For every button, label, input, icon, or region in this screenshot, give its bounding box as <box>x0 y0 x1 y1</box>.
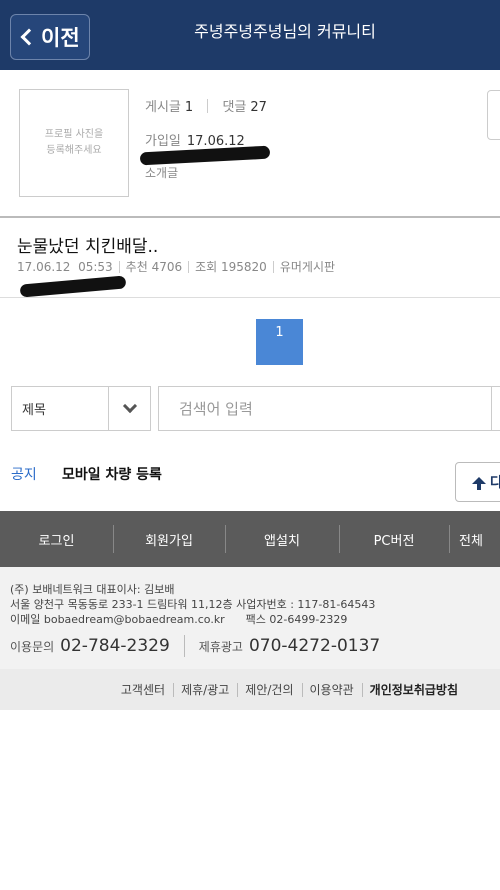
post-time: 05:53 <box>78 259 113 274</box>
footer-link-partnership[interactable]: 제휴/광고 <box>173 681 237 698</box>
divider <box>207 99 209 113</box>
company-line-2: 서울 양천구 목동동로 233-1 드림타워 11,12층 사업자번호 : 11… <box>10 598 376 611</box>
joined-label: 가입일 <box>145 134 181 149</box>
divider <box>272 260 274 273</box>
post-title[interactable]: 눈물났던 치킨배달.. <box>17 232 158 257</box>
post-board: 유머게시판 <box>279 260 336 274</box>
divider <box>188 260 190 273</box>
company-info: (주) 보배네트워크 대표이사: 김보배 서울 양천구 목동동로 233-1 드… <box>0 567 500 669</box>
ad-number[interactable]: 070-4272-0137 <box>249 636 380 656</box>
search-button[interactable] <box>491 386 500 431</box>
back-button-label: 이전 <box>41 26 80 50</box>
search-field-selected: 제목 <box>22 403 46 418</box>
profile-edit-button[interactable] <box>487 90 500 140</box>
footer-nav: 로그인 회원가입 앱설치 PC버전 전체 <box>0 511 500 567</box>
profile-section: 프로필 사진을 등록해주세요 게시글 1 댓글 27 가입일 17.06.12 소개글 <box>0 70 500 218</box>
page-button-current[interactable]: 1 <box>256 319 303 365</box>
notice-tag[interactable]: 공지 <box>11 464 37 484</box>
contact-label: 이용문의 <box>10 639 55 654</box>
intro-label: 소개글 <box>145 166 179 180</box>
footer-nav-signup[interactable]: 회원가입 <box>113 511 225 567</box>
redaction-mark <box>19 275 127 298</box>
arrow-up-icon <box>472 476 486 490</box>
company-line-1: (주) 보배네트워크 대표이사: 김보배 <box>10 583 175 596</box>
footer-nav-all[interactable]: 전체 <box>449 511 500 567</box>
footer-links: 고객센터 제휴/광고 제안/건의 이용약관 개인정보취급방침 <box>0 669 500 710</box>
search-input[interactable] <box>158 386 492 431</box>
company-line-3: 이메일 bobaedream@bobaedream.co.kr 팩스 02-64… <box>10 613 348 626</box>
photo-placeholder-text: 프로필 사진을 등록해주세요 <box>44 129 104 156</box>
post-list-item[interactable]: 눈물났던 치킨배달.. 17.06.12 05:53 추천 4706 조회 19… <box>0 220 500 298</box>
search-field-select[interactable]: 제목 <box>11 386 151 431</box>
footer-nav-pc[interactable]: PC버전 <box>339 511 449 567</box>
contact-number[interactable]: 02-784-2329 <box>60 636 170 656</box>
post-date: 17.06.12 <box>17 259 71 274</box>
top-header: 이전 주녕주녕주녕님의 커뮤니티 <box>0 0 500 70</box>
posts-count: 1 <box>184 100 194 115</box>
footer-nav-app[interactable]: 앱설치 <box>225 511 339 567</box>
footer-link-support[interactable]: 고객센터 <box>113 681 173 698</box>
joined-date-row: 가입일 17.06.12 <box>145 130 245 149</box>
divider <box>118 260 120 273</box>
back-button[interactable]: 이전 <box>10 14 90 60</box>
comments-label: 댓글 <box>222 100 247 115</box>
notice-text[interactable]: 모바일 차량 등록 <box>62 464 162 484</box>
footer-nav-login[interactable]: 로그인 <box>0 511 113 567</box>
comments-count: 27 <box>250 100 267 115</box>
page-title: 주녕주녕주녕님의 커뮤니티 <box>194 22 376 41</box>
post-meta: 17.06.12 05:53 추천 4706 조회 195820 유머게시판 <box>17 258 335 275</box>
ad-label: 제휴광고 <box>198 639 243 654</box>
post-views: 조회 195820 <box>195 260 267 274</box>
chevron-down-icon <box>122 398 137 414</box>
divider <box>183 635 185 657</box>
footer-link-terms[interactable]: 이용약관 <box>301 681 362 698</box>
write-button-label: 다 <box>490 475 500 491</box>
profile-stats: 게시글 1 댓글 27 <box>145 96 267 115</box>
post-recommend: 추천 4706 <box>125 260 183 274</box>
chevron-left-icon <box>20 28 38 46</box>
profile-photo-placeholder[interactable]: 프로필 사진을 등록해주세요 <box>19 89 129 197</box>
footer-link-privacy[interactable]: 개인정보취급방침 <box>361 681 466 698</box>
posts-label: 게시글 <box>145 100 181 115</box>
select-arrow[interactable] <box>108 387 150 430</box>
footer-link-suggest[interactable]: 제안/건의 <box>237 681 301 698</box>
write-button[interactable]: 다 <box>455 462 500 502</box>
contact-row: 이용문의 02-784-2329 제휴광고 070-4272-0137 <box>10 635 380 657</box>
